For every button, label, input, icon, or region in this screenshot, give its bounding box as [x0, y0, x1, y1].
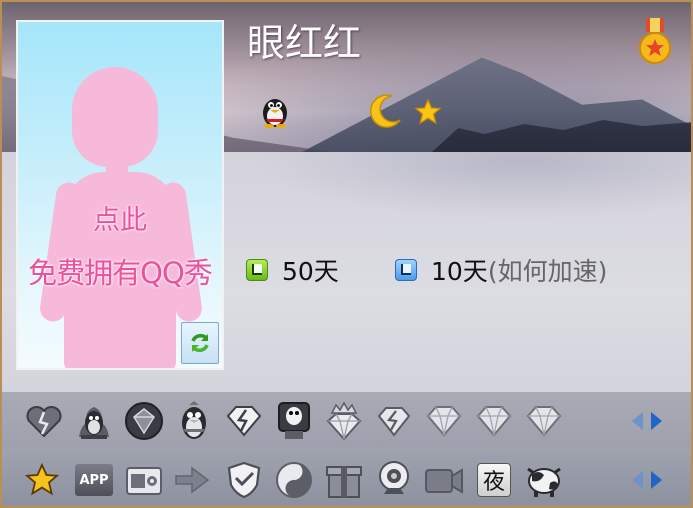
star-icon[interactable] — [414, 98, 442, 126]
star-icon[interactable] — [21, 459, 63, 501]
heart-broken-icon[interactable] — [23, 400, 65, 442]
diamond-icon[interactable] — [423, 400, 465, 442]
swirl-icon[interactable] — [273, 459, 315, 501]
diamond-bolt-icon[interactable] — [223, 400, 265, 442]
strip1-pager — [632, 408, 672, 434]
clock-green-icon — [246, 259, 268, 281]
diamond-icon[interactable] — [523, 400, 565, 442]
app-icon[interactable]: APP — [73, 459, 115, 501]
crown-diamond-icon[interactable] — [323, 400, 365, 442]
silhouette-head — [72, 67, 158, 167]
nickname: 眼红红 — [247, 21, 362, 65]
refresh-avatar-button[interactable] — [181, 322, 219, 364]
cow-icon[interactable] — [523, 459, 565, 501]
active-days-value: 50天 — [282, 257, 339, 286]
service-icon-strip-1 — [2, 394, 691, 448]
diamond-bolt-small-icon[interactable] — [373, 400, 415, 442]
strip1-prev-arrow-icon[interactable] — [632, 412, 643, 430]
medal-icon[interactable] — [638, 18, 672, 66]
active-days-stat: 50天 — [246, 252, 339, 288]
profile-card: 点此 免费拥有QQ秀 眼红红 50天 10天(如何加速) APP 夜 — [0, 0, 693, 508]
penguin-icon[interactable] — [260, 94, 290, 128]
boost-days-stat: 10天(如何加速) — [395, 252, 607, 288]
gift-box-icon[interactable] — [323, 459, 365, 501]
boost-days-value: 10天 — [431, 257, 488, 286]
strip2-pager — [632, 467, 672, 493]
diamond-icon[interactable] — [473, 400, 515, 442]
webcam-icon[interactable] — [373, 459, 415, 501]
moon-icon[interactable] — [364, 92, 404, 132]
diamond-dark-icon[interactable] — [123, 400, 165, 442]
strip2-next-arrow-icon[interactable] — [651, 471, 662, 489]
clock-blue-icon — [395, 259, 417, 281]
qq-penguin-icon[interactable] — [173, 400, 215, 442]
arrow-gear-icon[interactable] — [173, 459, 215, 501]
strip1-next-arrow-icon[interactable] — [651, 412, 662, 430]
night-mode-label: 夜 — [477, 463, 511, 497]
night-mode-icon[interactable]: 夜 — [473, 459, 515, 501]
avatar-promo-line1[interactable]: 点此 — [18, 198, 222, 237]
shield-check-icon[interactable] — [223, 459, 265, 501]
penguin-computer-icon[interactable] — [273, 400, 315, 442]
app-icon-label: APP — [75, 464, 113, 496]
refresh-icon — [191, 334, 209, 352]
avatar-promo-line2[interactable]: 免费拥有QQ秀 — [18, 250, 222, 292]
strip2-prev-arrow-icon[interactable] — [632, 471, 643, 489]
qq-penguin-flame-icon[interactable] — [73, 400, 115, 442]
video-camera-icon[interactable] — [423, 459, 465, 501]
boost-help-link[interactable]: (如何加速) — [488, 257, 608, 286]
service-icon-strip-2: APP 夜 — [2, 453, 691, 506]
avatar-qqshow[interactable]: 点此 免费拥有QQ秀 — [16, 20, 224, 370]
camera-box-icon[interactable] — [123, 459, 165, 501]
